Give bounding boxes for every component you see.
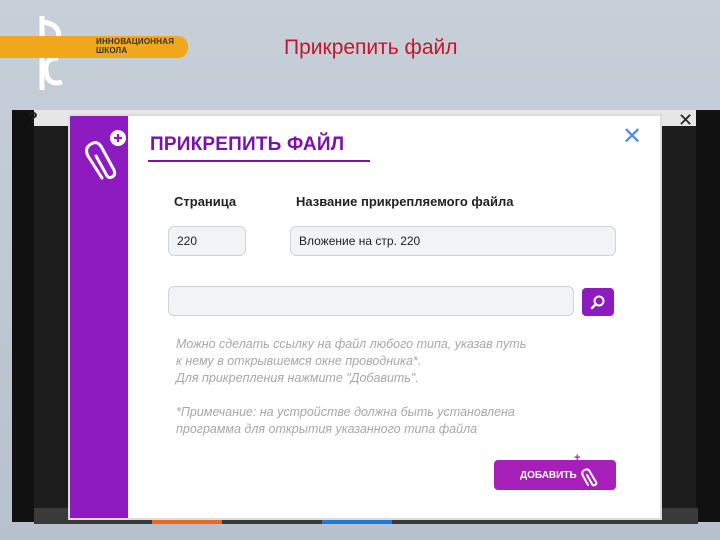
heading-underline bbox=[148, 160, 370, 162]
paperclip-icon bbox=[85, 130, 126, 180]
attach-file-dialog: ПРИКРЕПИТЬ ФАЙЛ ✕ Страница Название прик… bbox=[68, 114, 662, 520]
page-number-input[interactable]: 220 bbox=[168, 226, 246, 256]
org-name-line1: ИННОВАЦИОННАЯ bbox=[96, 37, 175, 46]
hint-text: Можно сделать ссылку на файл любого типа… bbox=[176, 336, 606, 387]
screen-left-panel bbox=[12, 110, 34, 522]
filename-label: Название прикрепляемого файла bbox=[296, 194, 514, 209]
browse-button[interactable] bbox=[582, 288, 614, 316]
filename-input[interactable]: Вложение на стр. 220 bbox=[290, 226, 616, 256]
dialog-heading: ПРИКРЕПИТЬ ФАЙЛ bbox=[150, 134, 345, 155]
note-line: программа для открытия указанного типа ф… bbox=[176, 422, 478, 436]
screen-right-panel bbox=[696, 110, 720, 522]
search-icon bbox=[590, 295, 605, 310]
page-label: Страница bbox=[174, 194, 237, 209]
org-name-line2: ШКОЛА bbox=[96, 46, 128, 55]
help-icon[interactable]: ? bbox=[28, 110, 38, 128]
hint-line: Можно сделать ссылку на файл любого типа… bbox=[176, 337, 527, 351]
outer-close-icon[interactable]: ✕ bbox=[678, 110, 693, 131]
slide-title: Прикрепить файл bbox=[284, 36, 458, 59]
file-path-input[interactable] bbox=[168, 286, 574, 316]
logo-text: ИННОВАЦИОННАЯ ШКОЛА bbox=[96, 37, 174, 55]
add-plus-icon: + bbox=[574, 452, 581, 464]
note-line: *Примечание: на устройстве должна быть у… bbox=[176, 405, 515, 419]
hint-line: Для прикрепления нажмите "Добавить". bbox=[176, 371, 419, 385]
note-text: *Примечание: на устройстве должна быть у… bbox=[176, 404, 606, 438]
add-paperclip-icon bbox=[581, 468, 598, 487]
close-icon[interactable]: ✕ bbox=[622, 122, 642, 151]
add-button-label: ДОБАВИТЬ bbox=[520, 469, 577, 481]
hint-line: к нему в открывшемся окне проводника*. bbox=[176, 354, 422, 368]
